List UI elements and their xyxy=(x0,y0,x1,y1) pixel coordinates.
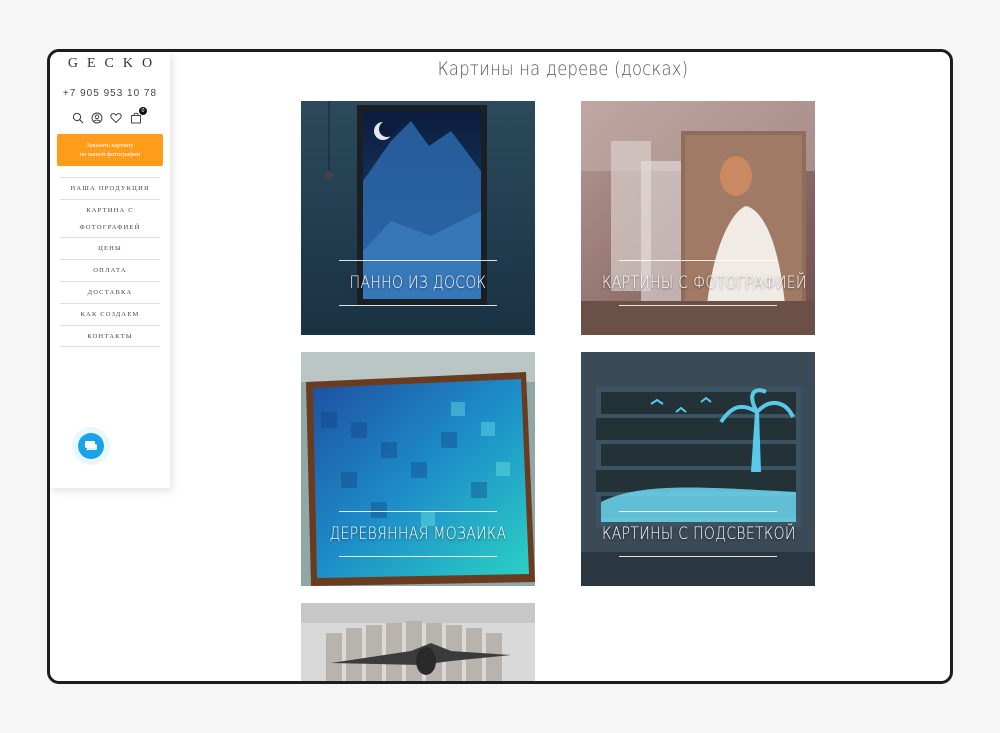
nav-item-photo-painting[interactable]: КАРТИНА С ФОТОГРАФИЕЙ xyxy=(60,199,160,237)
caption-line-bottom xyxy=(339,305,497,306)
chat-button-inner xyxy=(78,433,104,459)
chat-button[interactable] xyxy=(72,427,110,465)
logo[interactable]: GECKO xyxy=(50,56,170,72)
category-tile-wooden-mosaic[interactable]: ДЕРЕВЯННАЯ МОЗАИКА xyxy=(301,352,535,586)
wood-panel-image xyxy=(301,101,535,335)
heart-icon[interactable] xyxy=(110,112,122,124)
category-caption: ДЕРЕВЯННАЯ МОЗАИКА xyxy=(329,524,507,544)
sidebar: GECKO +7 905 953 10 78 0 Заказать картин… xyxy=(50,52,170,488)
category-tile-wood-panels[interactable]: ПАННО ИЗ ДОСОК xyxy=(301,101,535,335)
cta-line-1: Заказать картину xyxy=(86,142,134,149)
browser-frame: GECKO +7 905 953 10 78 0 Заказать картин… xyxy=(47,49,953,684)
caption-line-top xyxy=(339,260,497,261)
nav-item-prices[interactable]: ЦЕНЫ xyxy=(60,237,160,259)
photo-painting-image xyxy=(581,101,815,335)
category-tile-backlit-paintings[interactable]: КАРТИНЫ С ПОДСВЕТКОЙ xyxy=(581,352,815,586)
caption-line-top xyxy=(619,260,777,261)
category-caption: ПАННО ИЗ ДОСОК xyxy=(349,273,487,293)
nav-item-how-we-create[interactable]: КАК СОЗДАЕМ xyxy=(60,303,160,325)
order-photo-painting-button[interactable]: Заказать картину по вашей фотографии xyxy=(57,134,163,166)
page-title: Картины на дереве (досках) xyxy=(437,58,689,80)
nav-item-payment[interactable]: ОПЛАТА xyxy=(60,259,160,281)
category-caption: КАРТИНЫ С ФОТОГРАФИЕЙ xyxy=(602,273,807,293)
category-tile-photo-paintings[interactable]: КАРТИНЫ С ФОТОГРАФИЕЙ xyxy=(581,101,815,335)
header-icons: 0 xyxy=(72,107,152,126)
category-tile-modular[interactable] xyxy=(301,603,535,681)
caption-line-top xyxy=(339,511,497,512)
cart-count-badge: 0 xyxy=(139,107,147,115)
caption-line-bottom xyxy=(619,556,777,557)
wooden-mosaic-image xyxy=(301,352,535,586)
nav-item-delivery[interactable]: ДОСТАВКА xyxy=(60,281,160,303)
modular-painting-image xyxy=(301,603,535,681)
nav-item-our-products[interactable]: НАША ПРОДУКЦИЯ xyxy=(60,177,160,199)
sidebar-nav: НАША ПРОДУКЦИЯ КАРТИНА С ФОТОГРАФИЕЙ ЦЕН… xyxy=(60,177,160,347)
caption-line-top xyxy=(619,511,777,512)
user-icon[interactable] xyxy=(91,112,103,124)
phone-number[interactable]: +7 905 953 10 78 xyxy=(50,88,170,99)
category-caption: КАРТИНЫ С ПОДСВЕТКОЙ xyxy=(602,524,796,544)
chat-bubble-icon xyxy=(85,441,97,451)
backlit-painting-image xyxy=(581,352,815,586)
caption-line-bottom xyxy=(619,305,777,306)
caption-line-bottom xyxy=(339,556,497,557)
cta-line-2: по вашей фотографии xyxy=(79,151,141,158)
nav-item-contacts[interactable]: КОНТАКТЫ xyxy=(60,325,160,347)
search-icon[interactable] xyxy=(72,112,84,124)
